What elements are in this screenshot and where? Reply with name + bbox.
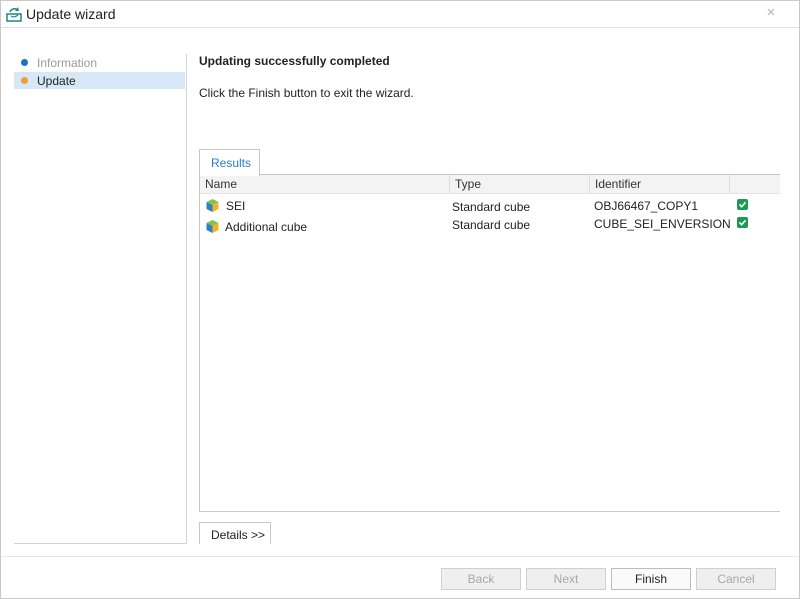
check-icon [737,199,748,210]
column-header-identifier[interactable]: Identifier [595,177,641,191]
cell-type: Standard cube [452,200,531,214]
back-button[interactable]: Back [441,568,521,590]
status-heading: Updating successfully completed [199,54,390,68]
table-row[interactable]: SEI Standard cube OBJ66467_COPY1 [200,196,780,216]
steps-divider [14,543,186,544]
step-information[interactable]: Information [14,54,185,71]
wizard-steps-panel: Information Update [14,54,187,544]
status-description: Click the Finish button to exit the wiza… [199,86,414,100]
close-icon[interactable]: × [764,5,778,21]
table-header: Name Type Identifier [200,175,780,194]
window-title: Update wizard [26,6,116,22]
cancel-button[interactable]: Cancel [696,568,776,590]
cell-identifier: OBJ66467_COPY1 [594,199,699,213]
step-done-dot-icon [21,59,28,66]
step-update[interactable]: Update [14,72,185,89]
tab-results[interactable]: Results [199,149,260,176]
table-row[interactable]: Additional cube Standard cube CUBE_SEI_E… [200,216,780,236]
step-current-dot-icon [21,77,28,84]
next-button[interactable]: Next [526,568,606,590]
step-label: Update [37,74,76,88]
column-header-type[interactable]: Type [455,177,481,191]
details-button[interactable]: Details >> [199,522,271,544]
tab-label: Results [211,156,252,170]
finish-button[interactable]: Finish [611,568,691,590]
check-icon [737,217,748,228]
cell-identifier: CUBE_SEI_ENVERSION [594,217,731,231]
cell-name: Additional cube [225,220,308,234]
cell-name: SEI [226,199,246,213]
column-header-name[interactable]: Name [205,177,237,191]
column-divider[interactable] [589,175,590,193]
title-bar: Update wizard × [0,0,800,27]
cube-icon [206,220,219,233]
details-button-label: Details >> [211,528,266,542]
refresh-update-icon [6,7,22,22]
column-divider[interactable] [729,175,730,193]
step-label: Information [37,56,98,70]
results-table: Name Type Identifier SEI Standard cube O… [199,174,780,512]
footer-divider [1,556,799,557]
title-divider [1,27,799,28]
column-divider[interactable] [449,175,450,193]
cell-type: Standard cube [452,218,531,232]
cube-icon [206,199,219,212]
